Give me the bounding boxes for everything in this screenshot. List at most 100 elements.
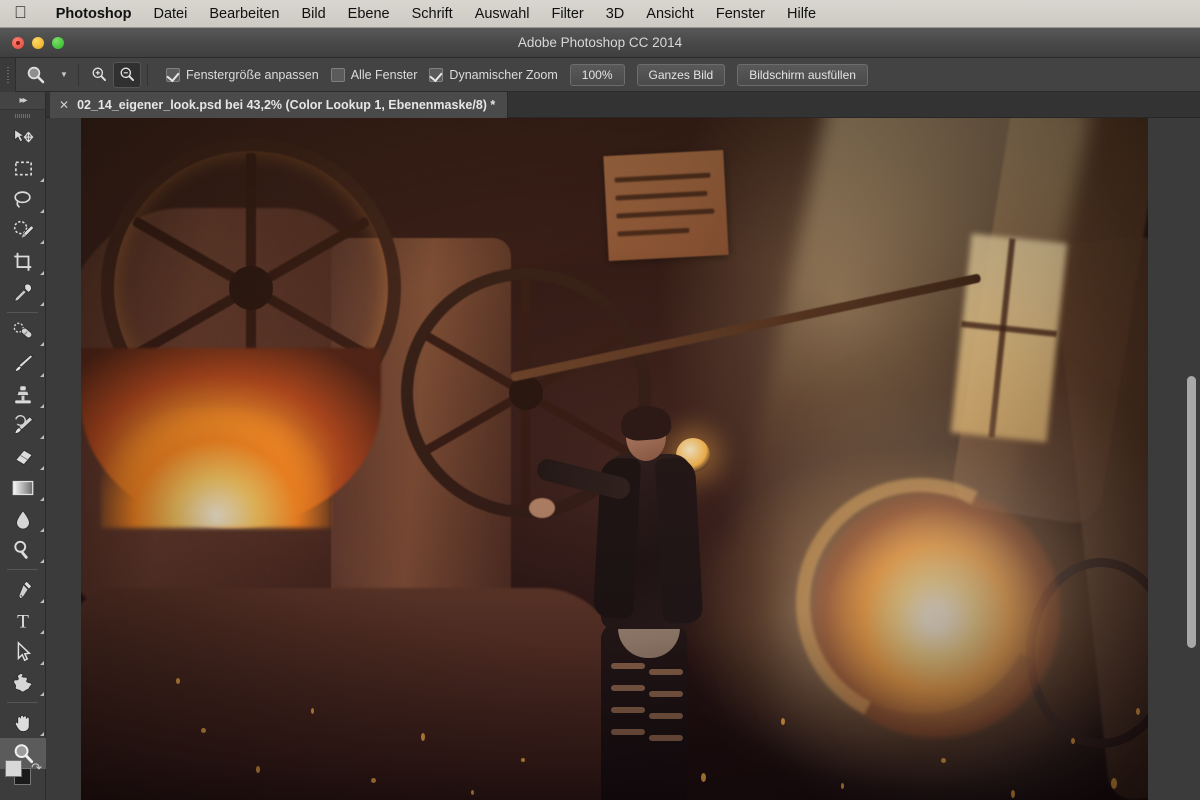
menu-item-bearbeiten[interactable]: Bearbeiten [198, 0, 290, 28]
chevron-down-icon[interactable]: ▼ [56, 58, 72, 92]
pen-tool[interactable] [0, 574, 46, 605]
tool-flyout-triangle [40, 209, 44, 213]
checkbox-box-resize-windows[interactable] [166, 67, 180, 82]
checkbox-box-all-windows[interactable] [330, 67, 345, 82]
toolbox-panel: ▸▸ T ↷ [0, 92, 46, 800]
foreground-color-swatch[interactable] [5, 760, 22, 777]
tool-flyout-triangle [40, 404, 44, 408]
menu-item-photoshop[interactable]: Photoshop [45, 0, 143, 28]
gradient-tool[interactable] [0, 472, 46, 503]
tool-flyout-triangle [40, 630, 44, 634]
tool-flyout-triangle [40, 373, 44, 377]
document-tab-bar: ✕ 02_14_eigener_look.psd bei 43,2% (Colo… [46, 92, 1200, 118]
menu-item-fenster[interactable]: Fenster [705, 0, 776, 28]
photo-smoke-plume [771, 348, 1148, 798]
svg-text:T: T [17, 611, 29, 632]
button-100-percent[interactable]: 100% [569, 63, 625, 86]
options-bar-grip[interactable] [0, 57, 16, 92]
zoom-tool-icon[interactable] [16, 58, 56, 92]
canvas-wrapper [46, 118, 1200, 800]
tool-flyout-triangle [40, 271, 44, 275]
eraser-tool[interactable] [0, 441, 46, 472]
app-title: Adobe Photoshop CC 2014 [517, 35, 683, 50]
document-area: ✕ 02_14_eigener_look.psd bei 43,2% (Colo… [46, 92, 1200, 800]
move-tool[interactable] [0, 122, 46, 153]
close-tab-icon[interactable]: ✕ [59, 98, 69, 112]
checkbox-label-all-windows: Alle Fenster [350, 67, 418, 82]
tool-flyout-triangle [40, 342, 44, 346]
document-tab[interactable]: ✕ 02_14_eigener_look.psd bei 43,2% (Colo… [50, 92, 509, 118]
photo-warning-sign [603, 149, 729, 262]
toolbox-divider-2 [7, 569, 38, 570]
drag-grip-icon[interactable] [0, 110, 45, 122]
hand-tool[interactable] [0, 707, 46, 738]
tool-flyout-triangle [40, 178, 44, 182]
brush-tool[interactable] [0, 348, 46, 379]
checkbox-label-scrubby-zoom: Dynamischer Zoom [449, 67, 558, 82]
spot-healing-brush-tool[interactable] [0, 317, 46, 348]
zoom-in-button[interactable] [85, 62, 113, 88]
photo-flames-left [101, 408, 331, 528]
eyedropper-tool[interactable] [0, 277, 46, 308]
crop-tool[interactable] [0, 246, 46, 277]
clone-stamp-tool[interactable] [0, 379, 46, 410]
menu-item-datei[interactable]: Datei [142, 0, 198, 28]
photo-figure-jacket-right [654, 457, 704, 624]
history-brush-tool[interactable] [0, 410, 46, 441]
menu-item-auswahl[interactable]: Auswahl [464, 0, 541, 28]
toolbox-divider-1 [7, 312, 38, 313]
tool-flyout-triangle [40, 302, 44, 306]
tool-flyout-triangle [40, 240, 44, 244]
photo-figure-hand [529, 498, 555, 518]
menu-item-schrift[interactable]: Schrift [401, 0, 464, 28]
zoom-out-button[interactable] [113, 61, 141, 88]
photo-lower-tank [81, 588, 621, 800]
photograph-industrial-foundry [81, 118, 1148, 800]
type-tool[interactable]: T [0, 605, 46, 636]
tool-flyout-triangle [40, 559, 44, 563]
quick-selection-tool[interactable] [0, 215, 46, 246]
menu-item-bild[interactable]: Bild [290, 0, 336, 28]
lasso-tool[interactable] [0, 184, 46, 215]
tool-flyout-triangle [40, 661, 44, 665]
custom-shape-tool[interactable] [0, 667, 46, 698]
menu-item-ebene[interactable]: Ebene [337, 0, 401, 28]
checkbox-label-resize-windows: Fenstergröße anpassen [186, 67, 319, 82]
tool-flyout-triangle [40, 692, 44, 696]
tool-flyout-triangle [40, 528, 44, 532]
app-title-bar: Adobe Photoshop CC 2014 [0, 28, 1200, 58]
checkbox-scrubby-zoom[interactable]: Dynamischer Zoom [429, 67, 558, 82]
toolbox-divider-3 [7, 702, 38, 703]
path-selection-tool[interactable] [0, 636, 46, 667]
rectangular-marquee-tool[interactable] [0, 153, 46, 184]
macos-menu-bar:  Photoshop Datei Bearbeiten Bild Ebene … [0, 0, 1200, 28]
dodge-tool[interactable] [0, 534, 46, 565]
options-divider-2 [147, 63, 148, 86]
button-fit-screen[interactable]: Ganzes Bild [636, 63, 726, 86]
swap-colors-icon[interactable]: ↷ [31, 760, 42, 776]
tool-flyout-triangle [40, 497, 44, 501]
tool-flyout-triangle [40, 599, 44, 603]
menu-item-filter[interactable]: Filter [541, 0, 595, 28]
checkbox-all-windows[interactable]: Alle Fenster [330, 67, 418, 82]
checkbox-box-scrubby-zoom[interactable] [429, 67, 444, 82]
double-chevron-right-icon[interactable]: ▸▸ [0, 92, 45, 110]
blur-tool[interactable] [0, 503, 46, 534]
options-divider [78, 63, 79, 86]
image-canvas[interactable] [81, 118, 1148, 800]
canvas-left-gutter [46, 118, 81, 800]
checkbox-resize-windows[interactable]: Fenstergröße anpassen [166, 67, 319, 82]
tool-flyout-triangle [40, 466, 44, 470]
vertical-scrollbar[interactable] [1187, 376, 1196, 648]
document-tab-label: 02_14_eigener_look.psd bei 43,2% (Color … [77, 98, 496, 112]
button-fill-screen[interactable]: Bildschirm ausfüllen [737, 63, 868, 86]
color-swatches: ↷ [0, 758, 46, 792]
menu-item-3d[interactable]: 3D [595, 0, 636, 28]
apple-logo-icon[interactable]:  [14, 4, 27, 21]
menu-item-ansicht[interactable]: Ansicht [635, 0, 705, 28]
menu-item-hilfe[interactable]: Hilfe [776, 0, 827, 28]
photo-wheel-hub [229, 266, 273, 310]
tool-flyout-triangle [40, 435, 44, 439]
tool-flyout-triangle [40, 732, 44, 736]
tool-options-bar: ▼ Fenstergröße anpassen Alle Fenster Dyn… [0, 57, 1200, 92]
